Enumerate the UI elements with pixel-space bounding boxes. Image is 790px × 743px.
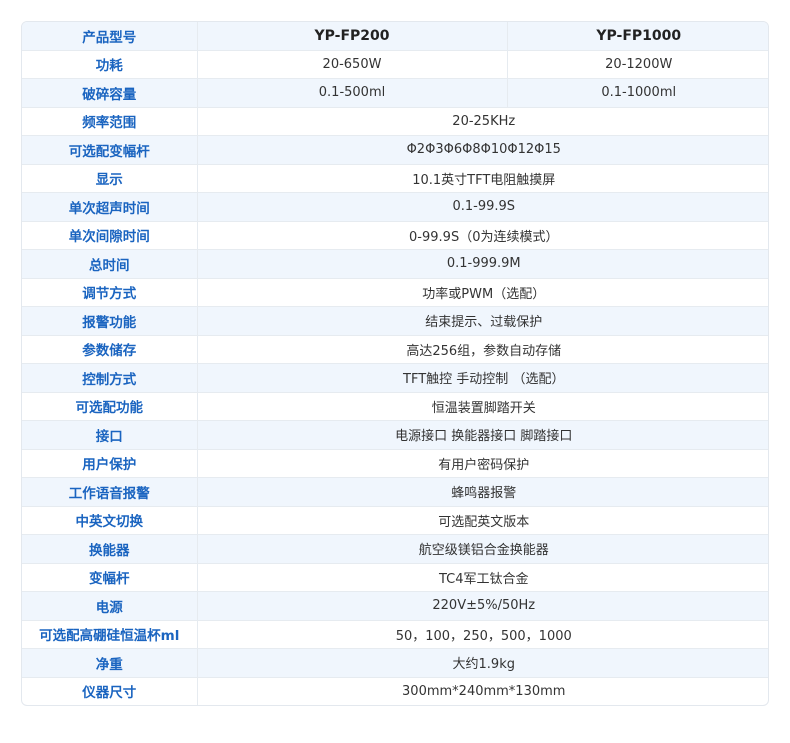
row-value: 0.1-99.9S [196, 192, 768, 222]
row-label: 可选配高硼硅恒温杯ml [22, 620, 197, 649]
row-label: 变幅杆 [22, 563, 197, 592]
row-value: 有用户密码保护 [196, 449, 768, 478]
table-row: 频率范围 20-25KHz [22, 107, 768, 136]
row-value: 结束提示、过载保护 [196, 306, 768, 336]
row-label: 单次间隙时间 [22, 221, 197, 250]
row-label: 用户保护 [22, 449, 197, 478]
table-row: 接口 电源接口 换能器接口 脚踏接口 [22, 420, 768, 450]
spec-table-body: 产品型号 YP-FP200 YP-FP1000 功耗 20-650W 20-12… [22, 22, 768, 705]
table-row: 中英文切换 可选配英文版本 [22, 506, 768, 535]
row-value: 20-25KHz [196, 107, 768, 136]
row-label: 频率范围 [22, 107, 197, 136]
spec-table: 产品型号 YP-FP200 YP-FP1000 功耗 20-650W 20-12… [22, 22, 768, 705]
table-row: 变幅杆 TC4军工钛合金 [22, 563, 768, 592]
table-row: 功耗 20-650W 20-1200W [22, 50, 768, 79]
model-name: YP-FP200 [196, 22, 507, 51]
row-label: 中英文切换 [22, 506, 197, 535]
table-row: 单次间隙时间 0-99.9S（0为连续模式） [22, 221, 768, 250]
row-value: 蜂鸣器报警 [196, 477, 768, 507]
row-value: 0.1-1000ml [506, 78, 768, 108]
row-label: 报警功能 [22, 306, 197, 336]
table-row: 可选配变幅杆 Φ2Φ3Φ6Φ8Φ10Φ12Φ15 [22, 135, 768, 165]
row-value: 50，100，250，500，1000 [196, 620, 768, 649]
row-label: 电源 [22, 591, 197, 621]
table-row: 报警功能 结束提示、过载保护 [22, 306, 768, 336]
table-row: 调节方式 功率或PWM（选配） [22, 278, 768, 307]
table-row: 总时间 0.1-999.9M [22, 249, 768, 279]
table-row: 仪器尺寸 300mm*240mm*130mm [22, 677, 768, 705]
table-row: 控制方式 TFT触控 手动控制 （选配） [22, 363, 768, 393]
row-label: 单次超声时间 [22, 192, 197, 222]
row-value: 0.1-999.9M [196, 249, 768, 279]
row-value: 0.1-500ml [196, 78, 507, 108]
row-label: 换能器 [22, 534, 197, 564]
row-label: 净重 [22, 648, 197, 678]
table-row-header: 产品型号 YP-FP200 YP-FP1000 [22, 22, 768, 51]
row-value: Φ2Φ3Φ6Φ8Φ10Φ12Φ15 [196, 135, 768, 165]
row-label: 仪器尺寸 [82, 685, 137, 702]
row-value: 220V±5%/50Hz [196, 591, 768, 621]
row-label: 破碎容量 [22, 78, 197, 108]
row-label: 参数储存 [22, 335, 197, 364]
row-label: 工作语音报警 [22, 477, 197, 507]
row-label: 功耗 [22, 50, 197, 79]
row-value: 20-650W [196, 50, 507, 79]
row-value: 0-99.9S（0为连续模式） [196, 221, 768, 250]
table-row: 换能器 航空级镁铝合金换能器 [22, 534, 768, 564]
row-label: 总时间 [22, 249, 197, 279]
row-label: 接口 [22, 420, 197, 450]
row-label: 控制方式 [22, 363, 197, 393]
row-value: 可选配英文版本 [196, 506, 768, 535]
model-name: YP-FP1000 [506, 22, 768, 51]
row-value: TC4军工钛合金 [196, 563, 768, 592]
row-value: 电源接口 换能器接口 脚踏接口 [196, 420, 768, 450]
table-row: 可选配功能 恒温装置脚踏开关 [22, 392, 768, 421]
table-row: 电源 220V±5%/50Hz [22, 591, 768, 621]
row-value: 功率或PWM（选配） [196, 278, 768, 307]
row-value: 20-1200W [506, 50, 768, 79]
table-row: 显示 10.1英寸TFT电阻触摸屏 [22, 164, 768, 193]
row-value: 300mm*240mm*130mm [196, 677, 768, 705]
row-label: 显示 [22, 164, 197, 193]
table-row: 工作语音报警 蜂鸣器报警 [22, 477, 768, 507]
row-value: 高达256组，参数自动存储 [196, 335, 768, 364]
row-value: TFT触控 手动控制 （选配） [196, 363, 768, 393]
row-value: 10.1英寸TFT电阻触摸屏 [196, 164, 768, 193]
row-value: 航空级镁铝合金换能器 [196, 534, 768, 564]
row-label: 调节方式 [22, 278, 197, 307]
spec-sheet: 产品型号 YP-FP200 YP-FP1000 功耗 20-650W 20-12… [21, 21, 769, 706]
row-label: 可选配功能 [22, 392, 197, 421]
row-label: 可选配变幅杆 [22, 135, 197, 165]
row-value: 恒温装置脚踏开关 [196, 392, 768, 421]
row-value: 大约1.9kg [196, 648, 768, 678]
table-row: 用户保护 有用户密码保护 [22, 449, 768, 478]
table-row: 可选配高硼硅恒温杯ml 50，100，250，500，1000 [22, 620, 768, 649]
table-row: 参数储存 高达256组，参数自动存储 [22, 335, 768, 364]
table-row: 破碎容量 0.1-500ml 0.1-1000ml [22, 78, 768, 108]
table-row: 净重 大约1.9kg [22, 648, 768, 678]
row-label: 产品型号 [22, 22, 197, 51]
table-row: 单次超声时间 0.1-99.9S [22, 192, 768, 222]
